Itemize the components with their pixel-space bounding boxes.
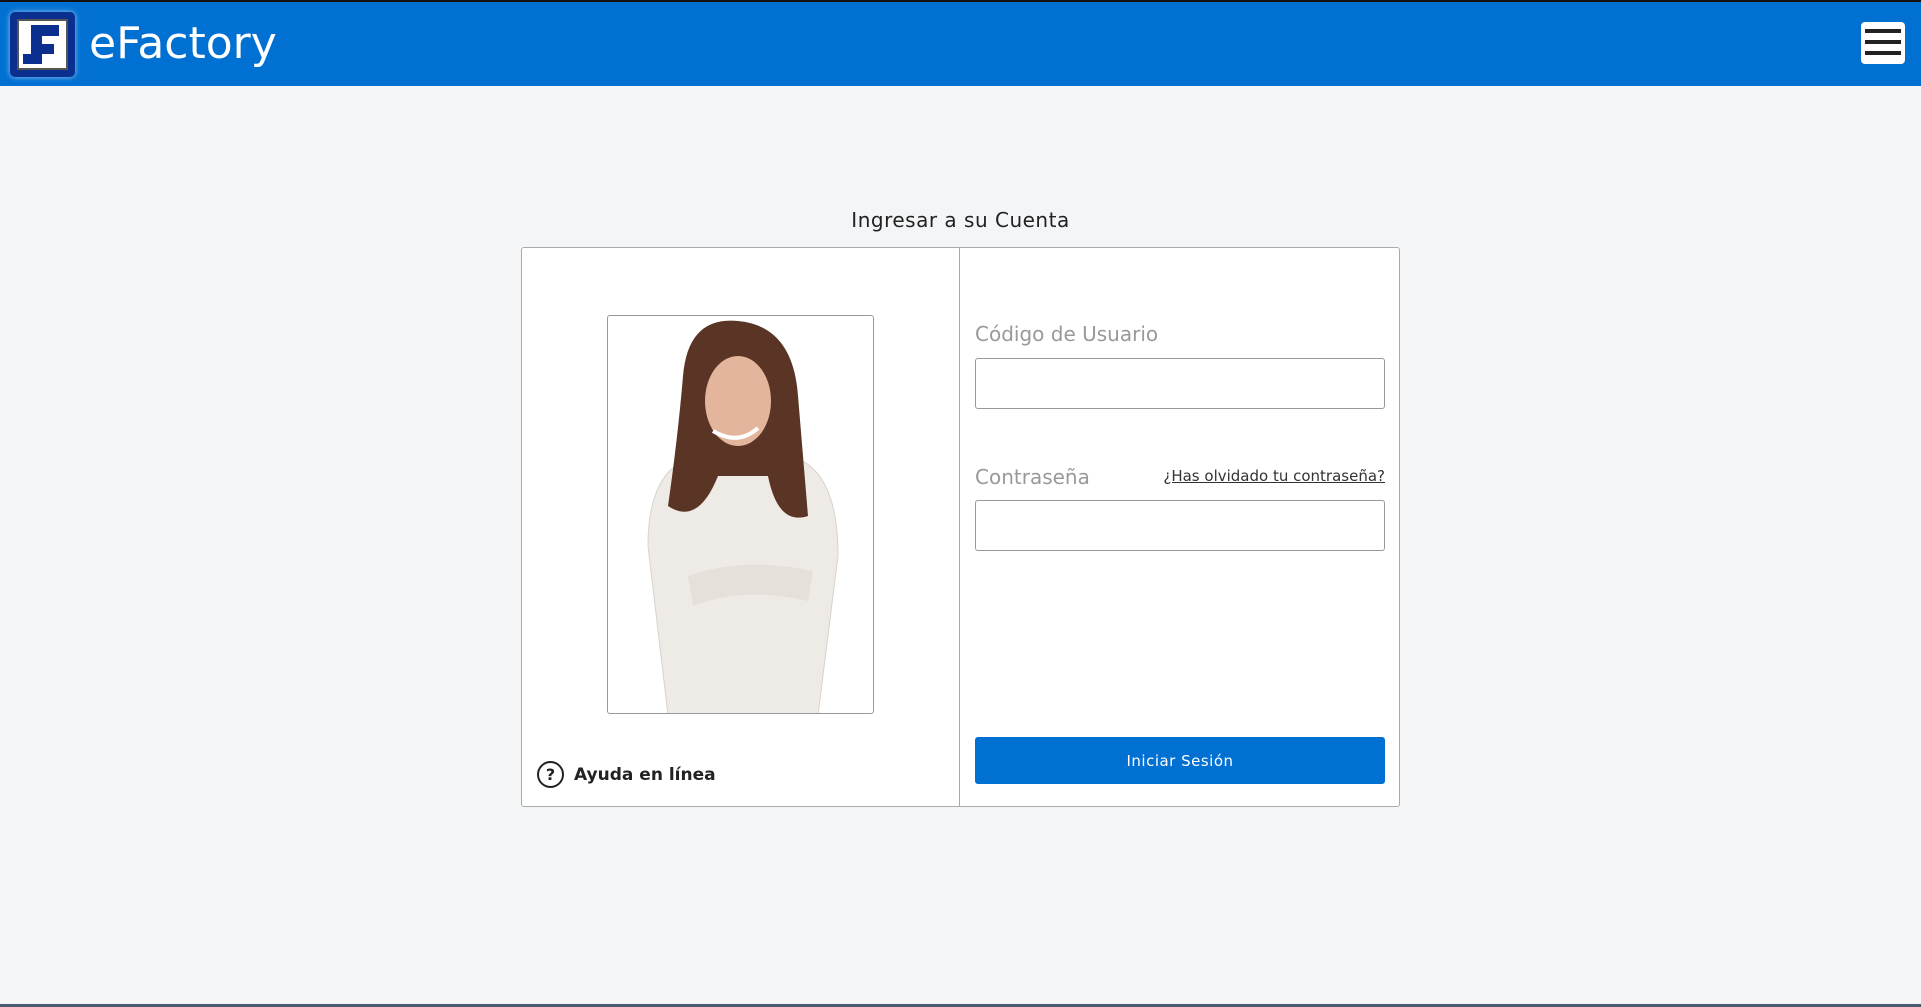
- password-input[interactable]: [975, 500, 1385, 551]
- hamburger-menu-button[interactable]: [1861, 22, 1905, 64]
- user-code-input[interactable]: [975, 358, 1385, 409]
- forgot-password-link[interactable]: ¿Has olvidado tu contraseña?: [1163, 467, 1385, 485]
- login-card: ? Ayuda en línea Código de Usuario Contr…: [521, 247, 1400, 807]
- hamburger-icon: [1865, 51, 1901, 55]
- efactory-logo[interactable]: [10, 12, 75, 77]
- help-icon: ?: [537, 761, 564, 788]
- hamburger-icon: [1865, 40, 1901, 44]
- page-title: Ingresar a su Cuenta: [851, 208, 1070, 232]
- card-divider: [959, 248, 960, 806]
- hamburger-icon: [1865, 29, 1901, 33]
- password-label: Contraseña: [975, 465, 1090, 489]
- help-label: Ayuda en línea: [574, 764, 716, 785]
- logo-mark-icon: [23, 25, 59, 64]
- login-button[interactable]: Iniciar Sesión: [975, 737, 1385, 784]
- app-brand: eFactory: [89, 18, 277, 69]
- online-help-link[interactable]: ? Ayuda en línea: [537, 761, 716, 788]
- app-header: eFactory: [0, 0, 1921, 86]
- user-photo: [607, 315, 874, 714]
- user-code-label: Código de Usuario: [975, 322, 1159, 346]
